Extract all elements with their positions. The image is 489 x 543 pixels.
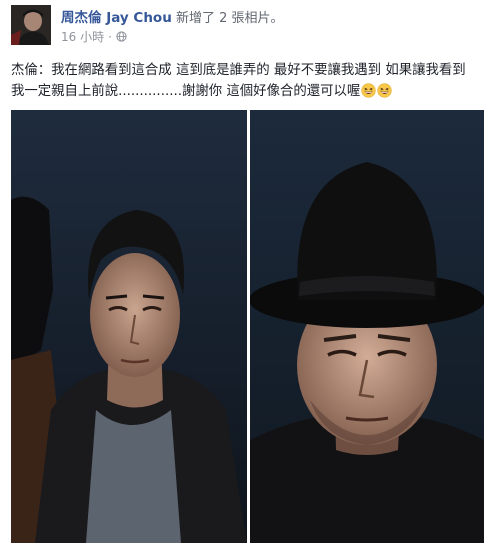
author-name[interactable]: 周杰倫 Jay Chou [61,6,172,26]
meta-separator: · [108,29,112,44]
post-photo-2[interactable] [250,110,484,543]
grinning-squint-emoji-icon [377,83,392,98]
post-action-text: 新增了 2 張相片。 [176,11,284,26]
post-timestamp[interactable]: 16 小時 [61,28,104,45]
post-meta: 16 小時 · [61,28,127,45]
facebook-post: 周杰倫 Jay Chou 新增了 2 張相片。 16 小時 · 杰倫：我在網路看… [0,0,489,543]
grinning-squint-emoji-icon [361,83,376,98]
author-avatar[interactable] [11,5,51,45]
globe-icon[interactable] [116,31,127,42]
post-photo-1[interactable] [11,110,247,543]
post-message: 杰倫：我在網路看到這合成 這到底是誰弄的 最好不要讓我遇到 如果讓我看到 我一定… [11,60,483,102]
post-message-text: 杰倫：我在網路看到這合成 這到底是誰弄的 最好不要讓我遇到 如果讓我看到 我一定… [11,63,466,99]
